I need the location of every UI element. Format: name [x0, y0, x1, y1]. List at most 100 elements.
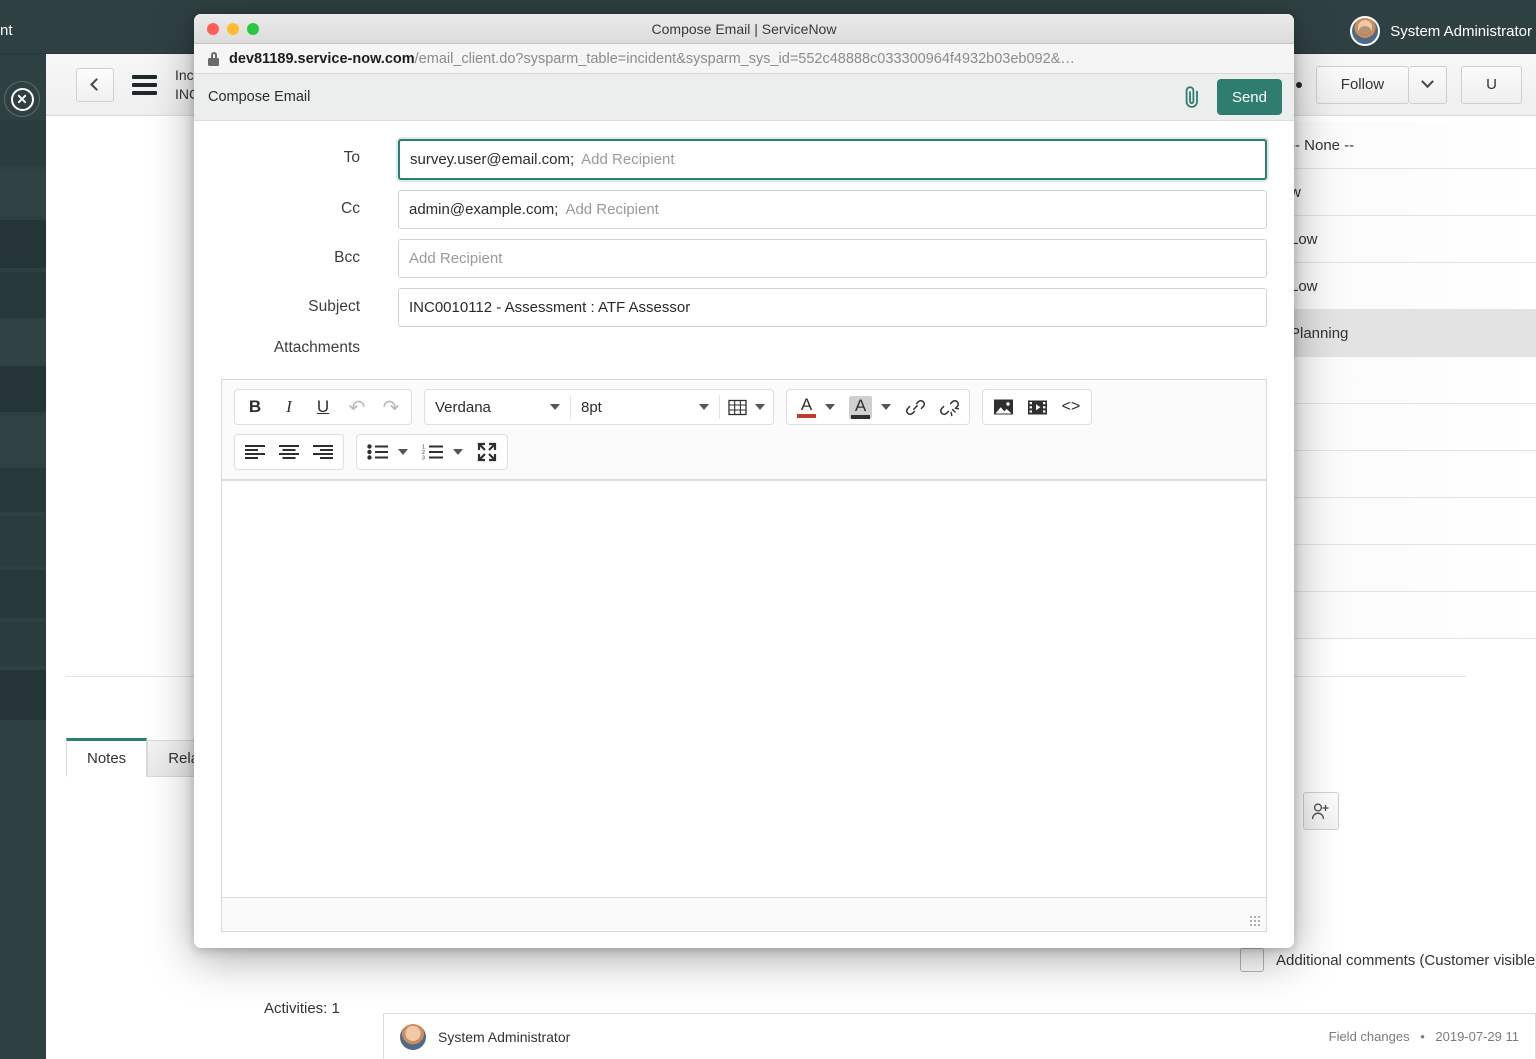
update-button[interactable]: U — [1461, 65, 1522, 104]
additional-comments-checkbox[interactable] — [1240, 948, 1264, 972]
fullscreen-icon — [477, 442, 497, 462]
cc-value: admin@example.com; — [409, 201, 559, 218]
activity-type: Field changes — [1328, 1029, 1410, 1044]
field-value-row[interactable] — [1280, 451, 1536, 498]
link-icon — [905, 399, 925, 415]
bold-icon[interactable]: B — [238, 391, 272, 423]
editor-toolbar-row-1: B I U ↶ ↷ Verdana 8pt A A <> — [222, 389, 1266, 425]
avatar — [400, 1023, 426, 1050]
to-input[interactable]: survey.user@email.com; Add Recipient — [398, 139, 1267, 180]
close-button[interactable] — [4, 81, 40, 117]
chevron-down-icon — [453, 449, 463, 455]
field-row-subject: Subject INC0010112 - Assessment : ATF As… — [221, 288, 1267, 327]
unlink-button[interactable] — [932, 391, 966, 423]
editor-toolbar-row-2: 1 2 3 — [222, 434, 1266, 470]
browser-url-bar[interactable]: dev81189.service-now.com/email_client.do… — [194, 44, 1294, 74]
align-center-button[interactable] — [272, 436, 306, 468]
underline-icon[interactable]: U — [306, 391, 340, 423]
field-value-row[interactable] — [1280, 498, 1536, 545]
table-insert-button[interactable] — [720, 391, 773, 423]
source-code-icon[interactable]: <> — [1054, 391, 1088, 423]
cc-input[interactable]: admin@example.com; Add Recipient — [398, 190, 1267, 229]
text-color-button[interactable]: A — [790, 391, 842, 423]
hamburger-icon[interactable] — [132, 74, 157, 95]
activity-entry: System Administrator Field changes • 201… — [383, 1013, 1536, 1059]
chevron-left-icon — [90, 78, 103, 91]
subject-input[interactable]: INC0010112 - Assessment : ATF Assessor — [398, 288, 1267, 327]
font-size-select[interactable]: 8pt — [571, 391, 719, 423]
url-text: dev81189.service-now.com/email_client.do… — [229, 51, 1075, 67]
chevron-down-icon — [550, 404, 560, 410]
editor-toolbar: B I U ↶ ↷ Verdana 8pt A A <> 1 2 3 — [222, 380, 1266, 480]
activity-meta: Field changes • 2019-07-29 11 — [1329, 1029, 1519, 1044]
italic-icon[interactable]: I — [272, 391, 306, 423]
bcc-placeholder: Add Recipient — [409, 250, 503, 267]
color-link-group: A A — [786, 389, 970, 425]
avatar — [1350, 16, 1381, 46]
highlight-color-button[interactable]: A — [842, 391, 898, 423]
add-user-icon — [1311, 802, 1329, 819]
url-path: /email_client.do?sysparm_table=incident&… — [414, 50, 1075, 67]
chevron-down-icon — [755, 404, 765, 410]
subject-label: Subject — [308, 298, 360, 315]
field-row-cc: Cc admin@example.com; Add Recipient — [221, 190, 1267, 229]
record-right-fields: -- None -- w Low Low Planning — [1280, 122, 1536, 639]
fullscreen-button[interactable] — [470, 436, 504, 468]
chevron-down-icon — [825, 404, 835, 410]
bcc-input[interactable]: Add Recipient — [398, 239, 1267, 278]
bullet-list-button[interactable] — [360, 436, 415, 468]
to-placeholder: Add Recipient — [581, 151, 675, 168]
rich-text-editor: B I U ↶ ↷ Verdana 8pt A A <> 1 2 3 — [221, 379, 1267, 932]
align-left-button[interactable] — [238, 436, 272, 468]
follow-dropdown-button[interactable] — [1409, 65, 1448, 104]
chevron-down-icon — [699, 404, 709, 410]
font-family-select[interactable]: Verdana — [425, 391, 570, 423]
field-value-row[interactable]: -- None -- — [1280, 122, 1536, 169]
resize-grip-icon[interactable] — [1249, 915, 1261, 927]
app-sidebar — [0, 54, 46, 1059]
media-group: <> — [982, 389, 1092, 425]
paperclip-icon[interactable] — [1181, 84, 1203, 110]
insert-video-button[interactable] — [1020, 391, 1054, 423]
field-value-row[interactable]: Low — [1280, 263, 1536, 310]
activity-separator: • — [1420, 1029, 1425, 1044]
field-value-row[interactable] — [1280, 592, 1536, 639]
undo-icon[interactable]: ↶ — [340, 391, 374, 423]
add-user-button[interactable] — [1303, 792, 1339, 830]
chevron-down-icon — [1421, 75, 1435, 89]
field-value-row[interactable]: Planning — [1280, 310, 1536, 357]
close-circle-icon — [10, 87, 34, 111]
align-left-icon — [245, 444, 265, 460]
activity-author: System Administrator — [438, 1028, 571, 1045]
field-value-row[interactable]: Low — [1280, 216, 1536, 263]
align-right-button[interactable] — [306, 436, 340, 468]
align-center-icon — [279, 444, 299, 460]
field-row-attachments: Attachments — [221, 337, 1267, 357]
alignment-group — [234, 434, 344, 470]
svg-text:3: 3 — [422, 456, 425, 460]
numbered-list-icon: 1 2 3 — [422, 445, 443, 460]
redo-icon[interactable]: ↷ — [374, 391, 408, 423]
editor-body[interactable] — [222, 480, 1266, 897]
additional-comments-row[interactable]: Additional comments (Customer visible) — [1240, 948, 1536, 972]
tab-notes[interactable]: Notes — [66, 738, 148, 777]
insert-image-button[interactable] — [986, 391, 1020, 423]
send-button[interactable]: Send — [1216, 79, 1282, 115]
align-right-icon — [313, 444, 333, 460]
field-value-row[interactable] — [1280, 357, 1536, 404]
link-button[interactable] — [898, 391, 932, 423]
field-value-row[interactable] — [1280, 404, 1536, 451]
user-menu[interactable]: System Administrator — [1350, 16, 1532, 46]
back-button[interactable] — [76, 67, 114, 102]
bcc-label: Bcc — [334, 249, 360, 266]
activity-timestamp: 2019-07-29 11 — [1435, 1029, 1519, 1044]
field-value-row[interactable] — [1280, 545, 1536, 592]
numbered-list-button[interactable]: 1 2 3 — [415, 436, 470, 468]
app-topbar-title: Incident — [0, 22, 13, 39]
compose-email-window: Compose Email | ServiceNow dev81189.serv… — [194, 14, 1294, 948]
compose-form: To survey.user@email.com; Add Recipient … — [194, 121, 1294, 357]
subject-value: INC0010112 - Assessment : ATF Assessor — [409, 299, 691, 316]
field-value-row[interactable]: w — [1280, 169, 1536, 216]
font-size-value: 8pt — [581, 398, 602, 416]
follow-button[interactable]: Follow — [1315, 65, 1410, 104]
